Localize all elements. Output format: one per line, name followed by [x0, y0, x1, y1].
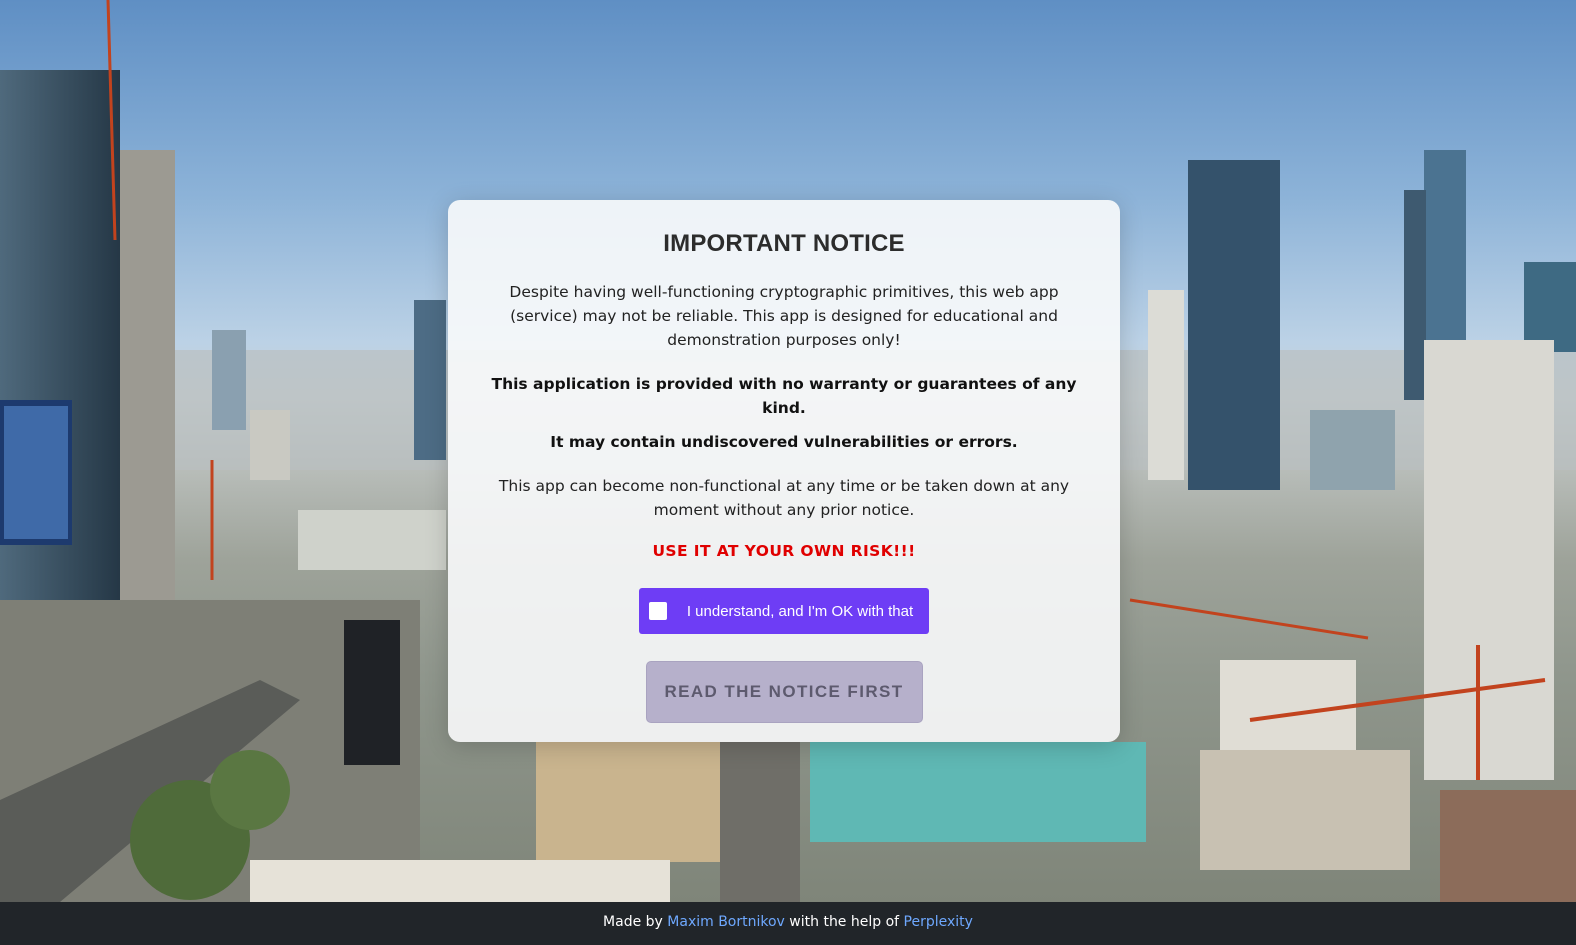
notice-modal: IMPORTANT NOTICE Despite having well-fun… [448, 200, 1120, 742]
notice-vulnerabilities-text: It may contain undiscovered vulnerabilit… [550, 433, 1018, 451]
notice-title: IMPORTANT NOTICE [663, 230, 905, 257]
notice-paragraph-reliability: Despite having well-functioning cryptogr… [509, 283, 1059, 349]
risk-warning: USE IT AT YOUR OWN RISK!!! [652, 542, 916, 560]
notice-warranty-text: This application is provided with no war… [491, 375, 1077, 417]
continue-button[interactable]: READ THE NOTICE FIRST [645, 661, 923, 723]
author-link[interactable]: Maxim Bortnikov [667, 914, 785, 930]
footer-with-help: with the help of [789, 914, 900, 930]
footer-credits: Made by Maxim Bortnikov with the help of… [0, 902, 1576, 945]
footer-made-by: Made by [603, 914, 663, 930]
checkbox-icon[interactable] [648, 602, 667, 620]
agree-checkbox-toggle[interactable]: I understand, and I'm OK with that [638, 588, 930, 634]
perplexity-link[interactable]: Perplexity [904, 914, 973, 930]
notice-paragraph-availability: This app can become non-functional at an… [498, 477, 1070, 519]
agree-checkbox-label: I understand, and I'm OK with that [686, 602, 914, 620]
